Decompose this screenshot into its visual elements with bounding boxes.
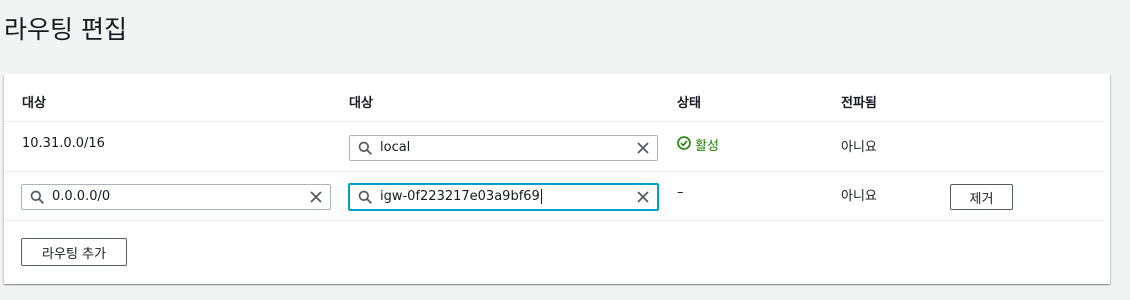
close-icon[interactable]: [629, 136, 657, 160]
row-divider: [4, 171, 1104, 172]
page-title: 라우팅 편집: [4, 15, 127, 44]
status-text: 활성: [695, 139, 719, 154]
target-search-input[interactable]: igw-0f223217e03a9bf69: [348, 183, 659, 211]
text-caret: [540, 189, 542, 204]
status-badge: 활성: [677, 135, 719, 154]
column-header-propagated: 전파됨: [841, 96, 877, 111]
destination-search-input[interactable]: 0.0.0.0/0: [21, 184, 331, 210]
propagated-text: 아니요: [841, 189, 877, 204]
column-header-target: 대상: [349, 96, 373, 111]
target-input-value[interactable]: local: [380, 138, 629, 158]
target-input-container[interactable]: igw-0f223217e03a9bf69: [380, 187, 629, 207]
check-circle-icon: [677, 135, 691, 154]
search-icon: [22, 185, 52, 209]
destination-input-value[interactable]: 0.0.0.0/0: [52, 187, 302, 207]
remove-button[interactable]: 제거: [950, 184, 1013, 210]
close-icon[interactable]: [302, 185, 330, 209]
route-table-panel: 대상 대상 상태 전파됨 10.31.0.0/16 local 활성 아니요 0…: [4, 74, 1110, 284]
target-search-input[interactable]: local: [349, 135, 658, 161]
propagated-text: 아니요: [841, 140, 877, 155]
row-divider: [4, 220, 1104, 221]
add-route-button[interactable]: 라우팅 추가: [21, 238, 127, 266]
destination-text: 10.31.0.0/16: [22, 136, 105, 151]
search-icon: [350, 185, 380, 209]
header-divider: [4, 121, 1104, 122]
search-icon: [350, 136, 380, 160]
close-icon[interactable]: [629, 185, 657, 209]
target-input-value[interactable]: igw-0f223217e03a9bf69: [380, 189, 540, 204]
column-header-destination: 대상: [22, 96, 46, 111]
status-text: –: [677, 185, 684, 200]
column-header-status: 상태: [677, 96, 701, 111]
